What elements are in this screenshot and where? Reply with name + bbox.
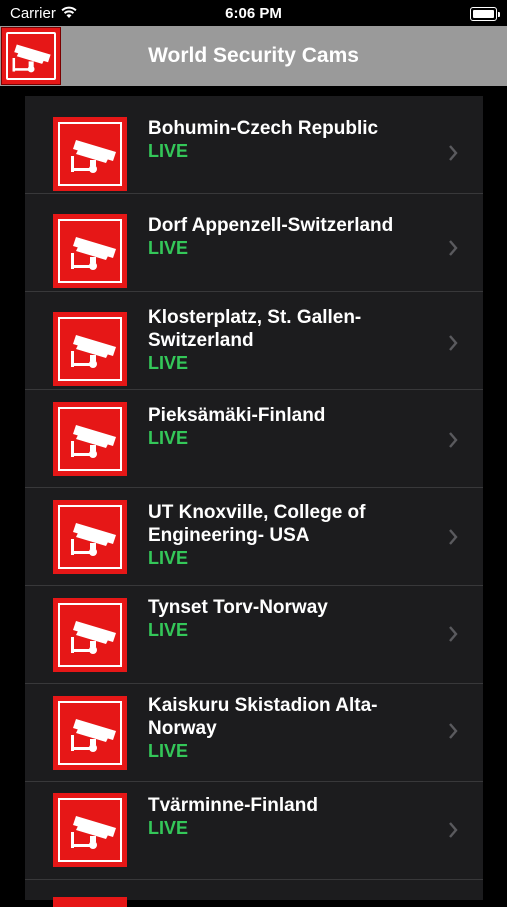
list-item[interactable]: Pieksämäki-Finland LIVE bbox=[25, 390, 483, 488]
chevron-right-icon bbox=[449, 822, 458, 838]
cam-title: UT Knoxville, College of Engineering- US… bbox=[148, 502, 366, 546]
live-status: LIVE bbox=[148, 620, 189, 640]
camera-glyph bbox=[71, 335, 116, 368]
camera-glyph bbox=[71, 140, 116, 173]
security-camera-icon bbox=[53, 897, 127, 907]
security-camera-icon bbox=[53, 402, 127, 476]
list-item[interactable]: Kaiskuru Skistadion Alta-Norway LIVE bbox=[25, 684, 483, 782]
camera-list: Bohumin-Czech Republic LIVE Dorf Appenze… bbox=[25, 96, 483, 900]
live-status: LIVE bbox=[148, 548, 189, 568]
chevron-right-icon bbox=[449, 723, 458, 739]
live-status: LIVE bbox=[148, 741, 189, 761]
list-item[interactable]: Tvärminne-Finland LIVE bbox=[25, 782, 483, 880]
status-bar: Carrier 6:06 PM bbox=[0, 0, 507, 26]
clock: 6:06 PM bbox=[225, 5, 282, 22]
security-camera-icon bbox=[53, 793, 127, 867]
chevron-right-icon bbox=[449, 335, 458, 351]
page-title: World Security Cams bbox=[148, 44, 359, 67]
security-camera-icon bbox=[53, 696, 127, 770]
chevron-right-icon bbox=[449, 145, 458, 161]
cam-title: Tynset Torv-Norway bbox=[148, 597, 328, 618]
live-status: LIVE bbox=[148, 353, 189, 373]
security-camera-icon bbox=[53, 598, 127, 672]
chevron-right-icon bbox=[449, 626, 458, 642]
chevron-right-icon bbox=[449, 529, 458, 545]
list-item[interactable]: Bohumin-Czech Republic LIVE bbox=[25, 96, 483, 194]
camera-glyph bbox=[71, 523, 116, 556]
security-camera-icon bbox=[53, 500, 127, 574]
cam-title: Dorf Appenzell-Switzerland bbox=[148, 215, 394, 236]
cam-title: Kaiskuru Skistadion Alta-Norway bbox=[148, 695, 378, 739]
camera-glyph bbox=[71, 237, 116, 270]
list-item[interactable]: Klosterplatz, St. Gallen-Switzerland LIV… bbox=[25, 292, 483, 390]
chevron-right-icon bbox=[449, 432, 458, 448]
security-camera-icon bbox=[53, 117, 127, 191]
security-camera-icon bbox=[53, 312, 127, 386]
list-item[interactable]: UT Knoxville, College of Engineering- US… bbox=[25, 488, 483, 586]
cam-title: Pieksämäki-Finland bbox=[148, 405, 326, 426]
cam-title: Bohumin-Czech Republic bbox=[148, 118, 379, 139]
live-status: LIVE bbox=[148, 818, 189, 838]
live-status: LIVE bbox=[148, 238, 189, 258]
list-item[interactable]: Tynset Torv-Norway LIVE bbox=[25, 586, 483, 684]
security-camera-icon bbox=[53, 214, 127, 288]
battery-icon bbox=[470, 7, 500, 21]
live-status: LIVE bbox=[148, 141, 189, 161]
camera-glyph bbox=[71, 816, 116, 849]
cam-title: Tvärminne-Finland bbox=[148, 795, 318, 816]
live-status: LIVE bbox=[148, 428, 189, 448]
camera-glyph bbox=[71, 425, 116, 458]
camera-glyph bbox=[71, 621, 116, 654]
chevron-right-icon bbox=[449, 240, 458, 256]
cam-title: Klosterplatz, St. Gallen-Switzerland bbox=[148, 307, 362, 351]
camera-glyph bbox=[71, 719, 116, 752]
navigation-bar: World Security Cams bbox=[0, 26, 507, 86]
list-item[interactable]: Dorf Appenzell-Switzerland LIVE bbox=[25, 194, 483, 292]
